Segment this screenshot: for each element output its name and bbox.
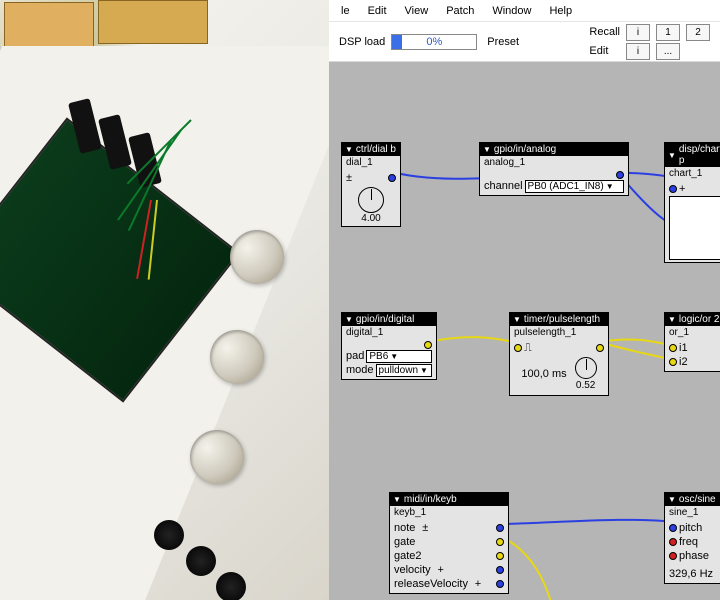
patcher-app: le Edit View Patch Window Help DSP load …: [329, 0, 720, 600]
node-chart-name: chart_1: [665, 167, 720, 180]
sine-phase-pin[interactable]: [669, 552, 677, 560]
keyb-velocity-pin[interactable]: [496, 566, 504, 574]
node-keyb[interactable]: midi/in/keyb keyb_1 note ± gate gate2 ve…: [389, 492, 509, 594]
sine-pitch-label: pitch: [679, 521, 702, 535]
edit-i-button[interactable]: i: [626, 43, 650, 60]
keyb-velocity-label: velocity: [394, 563, 431, 577]
node-pulselength-header[interactable]: timer/pulselength: [510, 313, 608, 326]
keyb-note-label: note: [394, 521, 415, 535]
chart-in-pin[interactable]: [669, 185, 677, 193]
keyb-gate-pin[interactable]: [496, 538, 504, 546]
pulse-in-pin[interactable]: [514, 344, 522, 352]
node-analog-name: analog_1: [480, 156, 628, 169]
node-digital-header[interactable]: gpio/in/digital: [342, 313, 436, 326]
recall-label: Recall: [589, 26, 620, 38]
digital-pad-label: pad: [346, 349, 364, 363]
node-dial[interactable]: ctrl/dial b dial_1 ± 4.00: [341, 142, 401, 227]
dsp-load-meter: 0%: [391, 34, 477, 50]
node-pulselength[interactable]: timer/pulselength pulselength_1 ⎍ 100,0 …: [509, 312, 609, 396]
node-chart-header[interactable]: disp/chart p: [665, 143, 720, 167]
dsp-load-value: 0%: [392, 35, 476, 49]
analog-out-pin[interactable]: [616, 171, 624, 179]
digital-mode-combo[interactable]: pulldown: [376, 364, 432, 377]
dial-out-pin[interactable]: [388, 174, 396, 182]
node-digital-name: digital_1: [342, 326, 436, 339]
or-i1-pin[interactable]: [669, 344, 677, 352]
sine-pitch-pin[interactable]: [669, 524, 677, 532]
keyb-gate2-label: gate2: [394, 549, 422, 563]
recall-2-button[interactable]: 2: [686, 24, 710, 41]
node-sine-header[interactable]: osc/sine: [665, 493, 720, 506]
sine-phase-label: phase: [679, 549, 709, 563]
menu-bar[interactable]: le Edit View Patch Window Help: [329, 0, 720, 22]
keyb-gate-label: gate: [394, 535, 415, 549]
sine-freq-pin[interactable]: [669, 538, 677, 546]
menu-view[interactable]: View: [397, 3, 437, 19]
keyb-release-pin[interactable]: [496, 580, 504, 588]
menu-window[interactable]: Window: [484, 3, 539, 19]
keyb-release-label: releaseVelocity: [394, 577, 468, 591]
chart-plus: +: [679, 182, 685, 196]
node-digital[interactable]: gpio/in/digital digital_1 padPB6 modepul…: [341, 312, 437, 380]
keyb-release-plus: +: [475, 577, 481, 591]
menu-help[interactable]: Help: [541, 3, 580, 19]
analog-channel-combo[interactable]: PB0 (ADC1_IN8): [525, 180, 624, 193]
analog-channel-label: channel: [484, 179, 523, 193]
pulse-value: 0.52: [575, 379, 597, 393]
pulse-icon: ⎍: [524, 341, 532, 355]
menu-edit[interactable]: Edit: [360, 3, 395, 19]
node-sine-name: sine_1: [665, 506, 720, 519]
dsp-load-label: DSP load: [339, 36, 385, 48]
keyb-note-pm: ±: [422, 521, 428, 535]
dial-pm: ±: [346, 171, 352, 185]
node-analog[interactable]: gpio/in/analog analog_1 channel PB0 (ADC…: [479, 142, 629, 196]
keyb-velocity-plus: +: [437, 563, 443, 577]
node-keyb-header[interactable]: midi/in/keyb: [390, 493, 508, 506]
or-i1-label: i1: [679, 341, 688, 355]
menu-patch[interactable]: Patch: [438, 3, 482, 19]
hardware-photo: [0, 0, 329, 600]
edit-dots-button[interactable]: ...: [656, 43, 680, 60]
recall-i-button[interactable]: i: [626, 24, 650, 41]
preset-label: Preset: [487, 36, 519, 48]
patch-canvas[interactable]: ctrl/dial b dial_1 ± 4.00 gpio/in/analog…: [329, 62, 720, 600]
edit-label: Edit: [589, 45, 620, 57]
pulse-ms: 100,0 ms: [521, 367, 566, 381]
node-analog-header[interactable]: gpio/in/analog: [480, 143, 628, 156]
node-dial-name: dial_1: [342, 156, 400, 169]
chart-display: [669, 196, 720, 260]
dial-knob[interactable]: [358, 187, 384, 213]
digital-pad-combo[interactable]: PB6: [366, 350, 432, 363]
recall-1-button[interactable]: 1: [656, 24, 680, 41]
or-i2-pin[interactable]: [669, 358, 677, 366]
digital-out-pin[interactable]: [424, 341, 432, 349]
node-logic-or-name: or_1: [665, 326, 720, 339]
pulse-dial[interactable]: [575, 357, 597, 379]
keyb-note-pin[interactable]: [496, 524, 504, 532]
pulse-out-pin[interactable]: [596, 344, 604, 352]
node-keyb-name: keyb_1: [390, 506, 508, 519]
sine-hz: 329,6 Hz: [669, 567, 713, 581]
node-chart[interactable]: disp/chart p chart_1 +: [664, 142, 720, 263]
menu-file[interactable]: le: [333, 3, 358, 19]
node-logic-or[interactable]: logic/or 2 or_1 i1 i2: [664, 312, 720, 372]
node-dial-header[interactable]: ctrl/dial b: [342, 143, 400, 156]
digital-mode-label: mode: [346, 363, 374, 377]
node-sine[interactable]: osc/sine sine_1 pitch freq phase 329,6 H…: [664, 492, 720, 584]
dial-value: 4.00: [346, 213, 396, 224]
keyb-gate2-pin[interactable]: [496, 552, 504, 560]
toolbar: DSP load 0% Preset Recall i 1 2 Edit i .…: [329, 22, 720, 62]
or-i2-label: i2: [679, 355, 688, 369]
sine-freq-label: freq: [679, 535, 698, 549]
node-pulselength-name: pulselength_1: [510, 326, 608, 339]
node-logic-or-header[interactable]: logic/or 2: [665, 313, 720, 326]
